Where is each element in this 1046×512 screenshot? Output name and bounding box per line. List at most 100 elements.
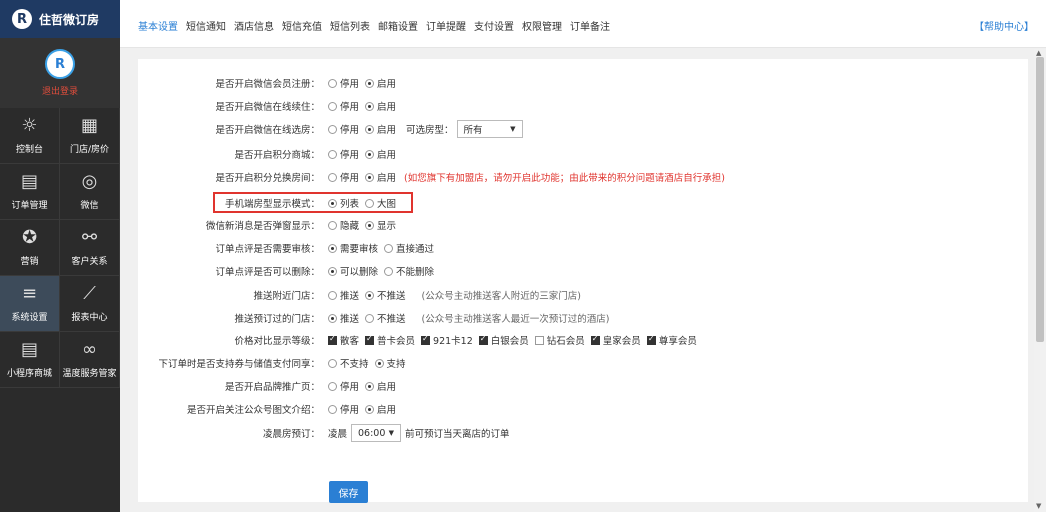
sidebar: R 住哲微订房 R 退出登录 ☼ 控制台 ▦ 门店/房价 ▤ 订单管理 ◎ 微信 ✪ 营销… bbox=[0, 0, 120, 512]
option-label: 皇家会员 bbox=[602, 336, 641, 347]
radio-option[interactable]: 隐藏 bbox=[328, 218, 359, 232]
radio-option[interactable]: 停用 bbox=[328, 147, 359, 161]
radio-icon bbox=[365, 198, 375, 208]
scrollbar[interactable]: ▲ ▼ bbox=[1034, 49, 1046, 512]
tab-permissions[interactable]: 权限管理 bbox=[522, 18, 562, 33]
checkbox-option[interactable]: 白银会员 bbox=[478, 333, 529, 347]
option-label: 不推送 bbox=[377, 314, 406, 325]
sale-tag-icon: ✪ bbox=[21, 227, 38, 248]
save-button[interactable]: 保存 bbox=[329, 481, 368, 503]
radio-option[interactable]: 启用 bbox=[365, 379, 396, 393]
sidebar-item-orders[interactable]: ▤ 订单管理 bbox=[0, 164, 60, 220]
setting-follow-article: 是否开启关注公众号图文介绍： 停用 启用 bbox=[138, 399, 1028, 419]
scroll-thumb[interactable] bbox=[1036, 57, 1044, 342]
radio-option[interactable]: 不支持 bbox=[328, 356, 369, 370]
radio-option[interactable]: 停用 bbox=[328, 379, 359, 393]
setting-label: 是否开启微信在线选房： bbox=[215, 125, 320, 136]
early-time-select[interactable]: 06:00 ▼ bbox=[351, 424, 402, 442]
setting-label: 微信新消息是否弹窗显示： bbox=[205, 221, 320, 232]
radio-option[interactable]: 停用 bbox=[328, 402, 359, 416]
checkbox-option[interactable]: 散客 bbox=[328, 333, 359, 347]
checkbox-option[interactable]: 921卡12 bbox=[421, 333, 473, 347]
hint-note: (公众号主动推送客人附近的三家门店) bbox=[421, 291, 581, 302]
radio-icon bbox=[328, 220, 337, 230]
radio-option[interactable]: 停用 bbox=[328, 170, 359, 184]
setting-label: 凌晨房预订： bbox=[262, 429, 320, 440]
radio-icon bbox=[365, 101, 375, 111]
tab-order-notes[interactable]: 订单备注 bbox=[570, 18, 610, 33]
option-label: 启用 bbox=[377, 125, 397, 136]
setting-price-compare-levels: 价格对比显示等级： 散客 普卡会员 921卡12 白银会员 钻石会员 皇家会员 … bbox=[138, 330, 1028, 350]
tab-order-reminder[interactable]: 订单提醒 bbox=[426, 18, 466, 33]
option-label: 显示 bbox=[377, 221, 397, 232]
radio-option[interactable]: 不推送 bbox=[365, 311, 406, 325]
sidebar-item-wechat[interactable]: ◎ 微信 bbox=[60, 164, 120, 220]
sidebar-item-customers[interactable]: ⚯ 客户关系 bbox=[60, 220, 120, 276]
radio-option[interactable]: 大图 bbox=[365, 196, 396, 210]
radio-option[interactable]: 启用 bbox=[365, 147, 396, 161]
tab-email-settings[interactable]: 邮箱设置 bbox=[378, 18, 418, 33]
hint-note: (公众号主动推送客人最近一次预订过的酒店) bbox=[421, 314, 610, 325]
radio-option[interactable]: 直接通过 bbox=[384, 241, 434, 255]
checkbox-option[interactable]: 钻石会员 bbox=[534, 333, 585, 347]
sidebar-item-marketing[interactable]: ✪ 营销 bbox=[0, 220, 60, 276]
radio-option[interactable]: 可以删除 bbox=[328, 264, 378, 278]
radio-option[interactable]: 启用 bbox=[365, 402, 396, 416]
radio-option[interactable]: 不能删除 bbox=[384, 264, 434, 278]
tab-sms-list[interactable]: 短信列表 bbox=[330, 18, 370, 33]
setting-label: 推送预订过的门店： bbox=[234, 314, 320, 325]
radio-option[interactable]: 启用 bbox=[365, 170, 396, 184]
sidebar-item-label: 营销 bbox=[20, 257, 39, 267]
radio-option[interactable]: 推送 bbox=[328, 288, 359, 302]
tab-hotel-info[interactable]: 酒店信息 bbox=[234, 18, 274, 33]
radio-option[interactable]: 停用 bbox=[328, 99, 359, 113]
option-label: 白银会员 bbox=[490, 336, 529, 347]
radio-option[interactable]: 支持 bbox=[374, 356, 406, 370]
radio-option[interactable]: 启用 bbox=[365, 99, 396, 113]
setting-review-delete: 订单点评是否可以删除： 可以删除 不能删除 bbox=[138, 261, 1028, 281]
sidebar-item-reports[interactable]: ⟋ 报表中心 bbox=[60, 276, 120, 332]
checkbox-icon bbox=[646, 334, 656, 345]
option-label: 停用 bbox=[340, 150, 360, 161]
radio-option[interactable]: 显示 bbox=[365, 218, 396, 232]
setting-member-register: 是否开启微信会员注册： 停用 启用 bbox=[138, 73, 1028, 93]
tab-sms-recharge[interactable]: 短信充值 bbox=[282, 18, 322, 33]
checkbox-icon bbox=[421, 334, 431, 345]
sidebar-item-stores[interactable]: ▦ 门店/房价 bbox=[60, 108, 120, 164]
radio-option[interactable]: 停用 bbox=[328, 76, 359, 90]
checkbox-option[interactable]: 普卡会员 bbox=[365, 333, 415, 347]
sidebar-item-service-butler[interactable]: ∞ 温度服务管家 bbox=[60, 332, 120, 388]
tab-sms-notify[interactable]: 短信通知 bbox=[186, 18, 226, 33]
checkbox-option[interactable]: 皇家会员 bbox=[590, 333, 641, 347]
radio-option[interactable]: 需要审核 bbox=[328, 241, 378, 255]
radio-icon bbox=[365, 172, 375, 182]
radio-option[interactable]: 停用 bbox=[328, 122, 359, 136]
sidebar-item-dashboard[interactable]: ☼ 控制台 bbox=[0, 108, 60, 164]
radio-option[interactable]: 推送 bbox=[328, 311, 359, 325]
scroll-down-icon[interactable]: ▼ bbox=[1036, 502, 1041, 510]
brand-bar[interactable]: R 住哲微订房 bbox=[0, 0, 120, 38]
option-label: 隐藏 bbox=[340, 221, 360, 232]
checkbox-option[interactable]: 尊享会员 bbox=[646, 333, 697, 347]
help-center-link[interactable]: 【帮助中心】 bbox=[974, 18, 1034, 33]
room-type-select[interactable]: 所有 ▼ bbox=[456, 120, 523, 138]
radio-option[interactable]: 列表 bbox=[328, 196, 359, 210]
scroll-up-icon[interactable]: ▲ bbox=[1036, 49, 1041, 57]
radio-option[interactable]: 启用 bbox=[365, 76, 396, 90]
sidebar-item-miniprogram[interactable]: ▤ 小程序商城 bbox=[0, 332, 60, 388]
checkbox-icon bbox=[478, 334, 488, 345]
sidebar-item-settings[interactable]: ≡ 系统设置 bbox=[0, 276, 60, 332]
tab-basic-settings[interactable]: 基本设置 bbox=[138, 18, 178, 33]
setting-label: 是否开启微信在线续住： bbox=[215, 102, 320, 113]
radio-option[interactable]: 启用 bbox=[365, 122, 396, 136]
setting-label: 推送附近门店： bbox=[253, 291, 320, 302]
logout-link[interactable]: 退出登录 bbox=[42, 84, 78, 97]
option-label: 停用 bbox=[340, 405, 360, 416]
setting-label: 是否开启积分兑换房间： bbox=[215, 173, 320, 184]
setting-label: 手机端房型显示模式： bbox=[224, 199, 320, 210]
sidebar-item-label: 订单管理 bbox=[11, 201, 48, 211]
tab-payment-settings[interactable]: 支付设置 bbox=[474, 18, 514, 33]
avatar[interactable]: R bbox=[45, 49, 75, 79]
setting-points-mall: 是否开启积分商城： 停用 启用 bbox=[138, 144, 1028, 164]
radio-option[interactable]: 不推送 bbox=[365, 288, 406, 302]
